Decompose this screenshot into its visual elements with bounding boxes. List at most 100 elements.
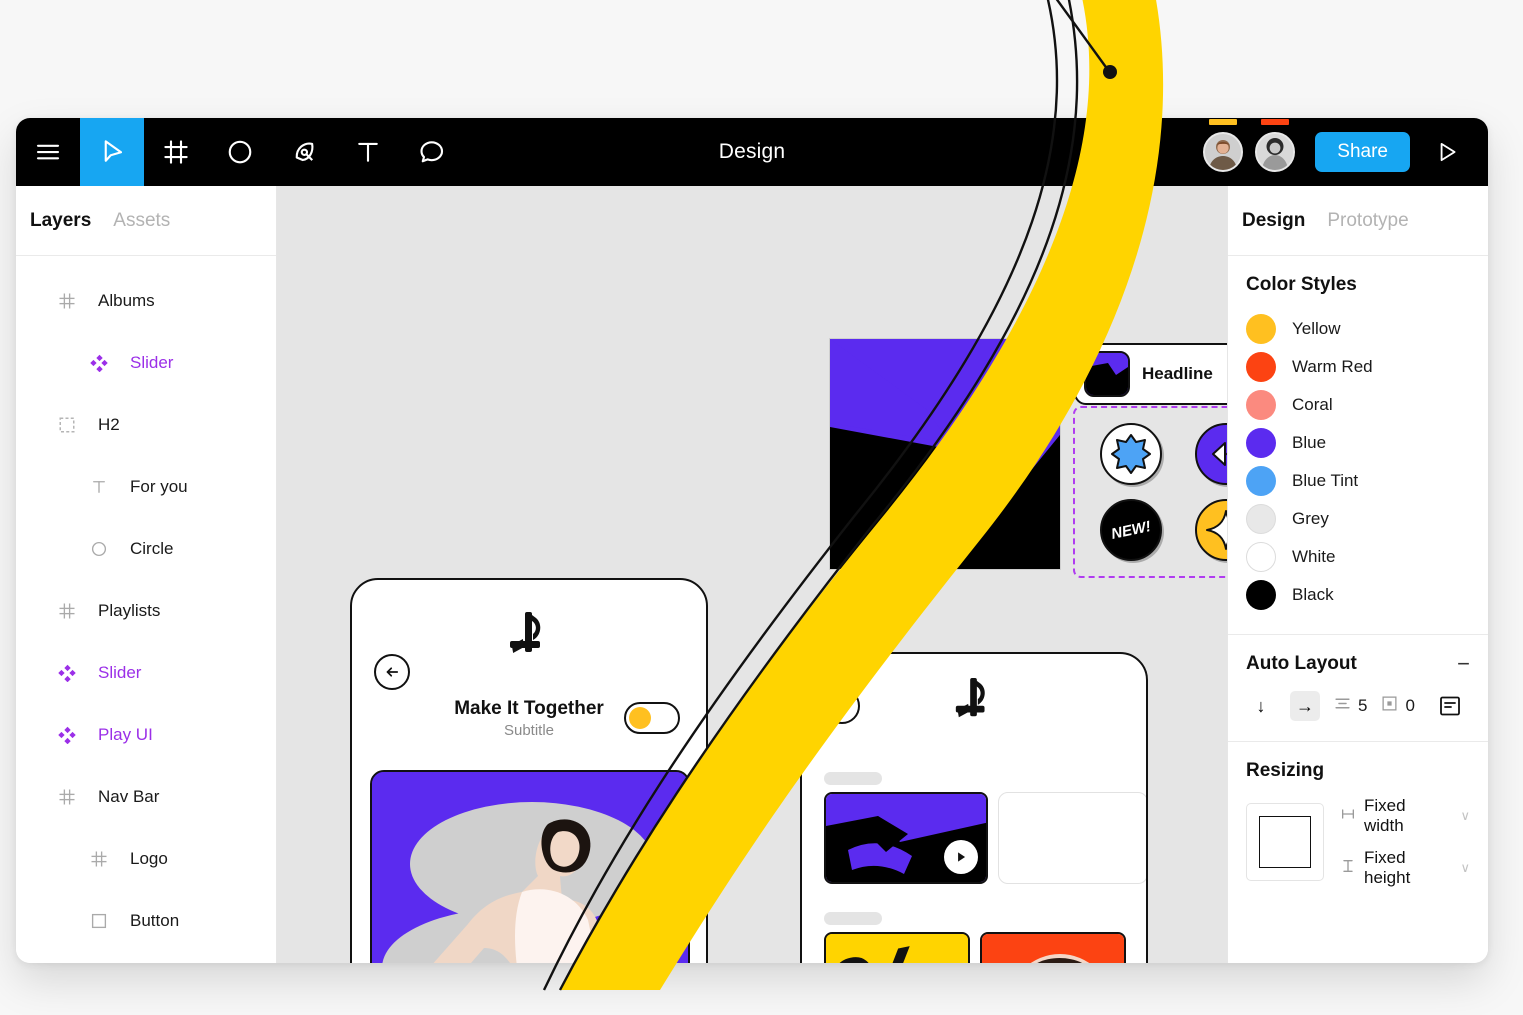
padding-value: 0 (1405, 696, 1415, 715)
layer-label: Slider (130, 353, 174, 372)
frame-tool-icon[interactable] (144, 118, 208, 186)
chevron-down-icon[interactable]: ∨ (1446, 860, 1470, 876)
chevron-down-icon[interactable]: ∨ (1446, 808, 1470, 824)
sparkle-icon[interactable] (1194, 499, 1227, 561)
phone-mockup-browse[interactable]: % (800, 652, 1148, 963)
color-swatch (1246, 314, 1276, 344)
layer-label: Albums (98, 291, 155, 310)
layer-row-for-you[interactable]: For you (16, 456, 276, 518)
rewind-icon[interactable] (1194, 423, 1227, 485)
color-swatch (1246, 466, 1276, 496)
phone-mockup-player[interactable]: Make It Together Subtitle (350, 578, 708, 963)
pen-tool-icon[interactable] (272, 118, 336, 186)
alignment-icon[interactable] (1435, 691, 1465, 721)
collapse-auto-layout-button[interactable]: − (1457, 653, 1470, 675)
play-ui-selection-frame[interactable]: NEW! (1073, 406, 1227, 578)
layer-row-playlists[interactable]: Playlists (16, 580, 276, 642)
comment-tool-icon[interactable] (400, 118, 464, 186)
color-style-warm-red[interactable]: Warm Red (1246, 348, 1470, 386)
media-card-photo[interactable] (980, 932, 1126, 963)
layer-row-slider-2[interactable]: Slider (16, 642, 276, 704)
color-style-blue[interactable]: Blue (1246, 424, 1470, 462)
left-panel-tabs: Layers Assets (16, 186, 276, 256)
featured-photo-card[interactable] (370, 770, 690, 963)
layer-row-logo[interactable]: Logo (16, 828, 276, 890)
design-panel: Design Prototype Color Styles Yellow War… (1227, 186, 1488, 963)
tab-design[interactable]: Design (1242, 210, 1305, 232)
media-card-percent[interactable]: % (824, 932, 970, 963)
share-button[interactable]: Share (1315, 132, 1410, 172)
present-play-icon[interactable] (1422, 139, 1472, 165)
color-style-blue-tint[interactable]: Blue Tint (1246, 462, 1470, 500)
color-style-yellow[interactable]: Yellow (1246, 310, 1470, 348)
headline-label: Headline (1142, 364, 1213, 383)
new-badge[interactable]: NEW! (1099, 499, 1162, 561)
media-card-empty[interactable] (998, 792, 1146, 884)
color-swatch (1246, 428, 1276, 458)
layers-panel: Layers Assets Albums Slider H2 For you C… (16, 186, 277, 963)
tab-assets[interactable]: Assets (113, 210, 170, 232)
avatar[interactable] (1203, 119, 1244, 172)
layer-row-button[interactable]: Button (16, 890, 276, 952)
tab-layers[interactable]: Layers (30, 210, 91, 232)
resizing-title: Resizing (1246, 760, 1325, 781)
fixed-height-field[interactable]: Fixed height ∨ (1340, 848, 1470, 888)
layer-row-nav-bar[interactable]: Nav Bar (16, 766, 276, 828)
toolbar: Design Share (16, 118, 1488, 186)
resize-preview-box (1259, 816, 1311, 868)
color-style-label: Coral (1292, 395, 1333, 414)
design-canvas[interactable]: Headline NEW! Make It Together Subtitle (277, 186, 1227, 963)
color-swatch (1246, 504, 1276, 534)
color-style-label: Blue Tint (1292, 471, 1359, 490)
color-swatch (1246, 352, 1276, 382)
star-8-icon[interactable] (1099, 423, 1162, 485)
color-style-grey[interactable]: Grey (1246, 500, 1470, 538)
width-icon (1340, 806, 1356, 827)
layer-row-circle[interactable]: Circle (16, 518, 276, 580)
group-icon (58, 416, 76, 434)
play-button-icon[interactable] (944, 840, 978, 874)
padding-field[interactable]: 0 (1381, 695, 1415, 717)
ellipse-tool-icon[interactable] (208, 118, 272, 186)
height-icon (1340, 858, 1356, 879)
resize-preview[interactable] (1246, 803, 1324, 881)
spacing-field[interactable]: 5 (1334, 695, 1367, 717)
layer-row-slider[interactable]: Slider (16, 332, 276, 394)
frame-icon (58, 788, 76, 806)
layer-row-h2[interactable]: H2 (16, 394, 276, 456)
color-style-label: Warm Red (1292, 357, 1373, 376)
frame-icon (90, 850, 108, 868)
frame-icon (58, 602, 76, 620)
headline-card[interactable]: Headline (1074, 343, 1227, 405)
direction-vertical-button[interactable]: ↓ (1246, 691, 1276, 721)
collaborator-cursor-indicator (1261, 119, 1290, 125)
text-tool-icon[interactable] (336, 118, 400, 186)
color-style-black[interactable]: Black (1246, 576, 1470, 614)
layer-row-play-ui[interactable]: Play UI (16, 704, 276, 766)
fixed-width-field[interactable]: Fixed width ∨ (1340, 796, 1470, 836)
right-panel-tabs: Design Prototype (1228, 186, 1488, 256)
media-card-video[interactable] (824, 792, 988, 884)
artwork-tile[interactable] (829, 338, 1061, 570)
section-placeholder-bar (824, 912, 882, 925)
color-style-white[interactable]: White (1246, 538, 1470, 576)
layer-row-albums[interactable]: Albums (16, 270, 276, 332)
fixed-width-label: Fixed width (1364, 796, 1406, 835)
component-icon (58, 664, 76, 682)
layer-label: Circle (130, 539, 174, 558)
color-style-coral[interactable]: Coral (1246, 386, 1470, 424)
resizing-section: Resizing Fixed width ∨ Fixed height ∨ (1228, 742, 1488, 908)
toggle-switch[interactable] (624, 702, 680, 734)
tab-prototype[interactable]: Prototype (1327, 210, 1408, 232)
layer-label: Logo (130, 849, 168, 868)
direction-horizontal-button[interactable]: → (1290, 691, 1320, 721)
color-style-label: Blue (1292, 433, 1327, 452)
move-tool-icon[interactable] (80, 118, 144, 186)
headline-thumbnail (1084, 351, 1130, 397)
toolbar-right-group: Share (1203, 118, 1472, 186)
menu-icon[interactable] (16, 118, 80, 186)
avatar[interactable] (1255, 119, 1296, 172)
app-logo-icon (802, 676, 1146, 726)
padding-icon (1381, 695, 1398, 717)
app-window: Design Share Layers Assets Albums Slider… (16, 118, 1488, 963)
